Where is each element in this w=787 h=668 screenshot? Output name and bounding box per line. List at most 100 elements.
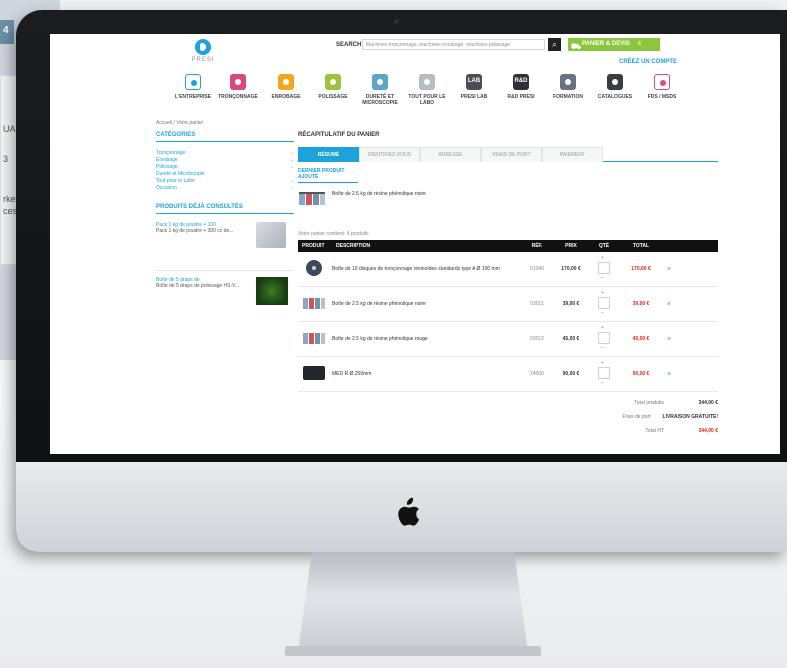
resin-jars-image: [299, 192, 325, 205]
training-icon: [560, 74, 576, 90]
promo-product[interactable]: Boîte de 5 draps de Boîte de 5 draps de …: [156, 270, 294, 310]
nav-item-fds-msds[interactable]: FDS / MSDS: [637, 74, 687, 100]
row-unit-price: 45,00 €: [562, 336, 580, 342]
breadcrumb: Accueil / Votre panier: [156, 120, 203, 126]
row-description[interactable]: Boîte de 10 disques de tronçonnage résin…: [332, 266, 520, 272]
nav-item-durete[interactable]: DURETÉ ET MICROSCOPIE: [355, 74, 405, 106]
quantity-stepper[interactable]: [598, 255, 610, 281]
row-unit-price: 39,00 €: [562, 301, 580, 307]
row-description[interactable]: Boîte de 2.5 kg de résine phénolique noi…: [332, 301, 520, 307]
category-durete[interactable]: Dureté et Microscopie: [156, 171, 294, 178]
last-added-title: DERNIER PRODUIT AJOUTÉ: [298, 168, 358, 183]
breadcrumb-home[interactable]: Accueil: [156, 120, 172, 126]
chevron-icon: ⌄: [289, 157, 294, 163]
nav-item-polissage[interactable]: POLISSAGE: [308, 74, 358, 100]
category-labo[interactable]: Tout pour le Labo ⌄: [156, 178, 294, 185]
background-tab: 4: [0, 20, 14, 44]
nav-item-presi-lab[interactable]: LAB PRESI LAB: [449, 74, 499, 100]
col-qty: QTÉ: [598, 243, 610, 249]
cart-totals: Total produits 344,00 € Frais de port LI…: [298, 392, 718, 452]
row-total: 45,00 €: [632, 336, 650, 342]
category-enrobage[interactable]: Enrobage ⌄: [156, 157, 294, 164]
row-unit-price: 90,00 €: [562, 371, 580, 377]
nav-item-labo[interactable]: TOUT POUR LE LABO: [402, 74, 452, 106]
tab-paiement[interactable]: PAIEMENT: [542, 147, 603, 162]
row-ref: 03011: [530, 301, 544, 307]
table-row: MED R Ø 250mm 24000 90,00 € 90,00 € ×: [298, 357, 718, 392]
table-row: Boîte de 10 disques de tronçonnage résin…: [298, 252, 718, 287]
cart-table-header: PRODUIT DESCRIPTION RÉF. PRIX UNITAIRE Q…: [298, 240, 718, 261]
nav-item-enrobage[interactable]: ENROBAGE: [261, 74, 311, 100]
shipping-fees: Frais de port LIVRAISON GRATUITE!: [622, 414, 718, 420]
quantity-stepper[interactable]: [598, 325, 610, 351]
viewed-product[interactable]: Pack 1 kg de poudre + 100 Pack 1 kg de p…: [156, 222, 294, 262]
promo-product-desc: Boîte de 5 draps de polissage HS-V...: [156, 283, 240, 289]
create-account-link[interactable]: CRÉEZ UN COMPTE: [619, 59, 677, 65]
msds-icon: [654, 74, 670, 90]
tab-identifiez-vous[interactable]: IDENTIFIEZ-VOUS: [359, 147, 420, 162]
basket-icon: ⛟: [571, 42, 582, 51]
cart-summary: RÉCAPITULATIF DU PANIER RÉSUMÉ IDENTIFIE…: [298, 132, 718, 452]
monitor-stand: [298, 552, 528, 652]
presi-logo[interactable]: PRESI: [190, 39, 216, 65]
row-description[interactable]: Boîte de 2.5 kg de résine phénolique rou…: [332, 336, 520, 342]
delete-icon[interactable]: ×: [662, 371, 676, 378]
apple-logo-icon: [398, 497, 419, 526]
camera: [394, 19, 399, 24]
quantity-stepper[interactable]: [598, 360, 610, 386]
col-unit-price: PRIX UNITAIRE: [559, 243, 583, 261]
breadcrumb-separator: /: [173, 120, 175, 126]
cart-badge: 4: [637, 41, 641, 47]
cutting-disc-image[interactable]: [302, 258, 326, 278]
nav-item-catalogues[interactable]: CATALOGUES: [590, 74, 640, 100]
rd-badge-icon: R&D: [513, 74, 529, 90]
sidebar: CATÉGORIES Tronçonnage ⌄ Enrobage ⌄ Poliss…: [156, 132, 294, 310]
tab-resume[interactable]: RÉSUMÉ: [298, 147, 359, 162]
categories-title: CATÉGORIES: [156, 132, 294, 142]
lab-icon: [419, 74, 435, 90]
tab-frais-de-port[interactable]: FRAIS DE PORT: [481, 147, 542, 162]
total-ht: Total HT 344,00 €: [645, 428, 718, 434]
category-polissage[interactable]: Polissage ⌄: [156, 164, 294, 171]
row-ref: 03012: [530, 336, 544, 342]
quantity-stepper[interactable]: [598, 290, 610, 316]
promo-product-image[interactable]: [256, 277, 288, 305]
monitor-base: [285, 646, 541, 656]
row-unit-price: 170,00 €: [561, 266, 581, 272]
polishing-pad-image[interactable]: [302, 363, 326, 383]
delete-icon[interactable]: ×: [662, 336, 676, 343]
last-added-product: Boîte de 2.5 kg de résine phénolique noi…: [298, 187, 718, 215]
resin-jars-image[interactable]: [302, 293, 326, 313]
cart-count: Votre panier contient: 4 produits: [298, 231, 369, 237]
nav-item-entreprise[interactable]: L'ENTREPRISE: [168, 74, 218, 100]
breadcrumb-current: Votre panier: [176, 120, 204, 126]
row-total: 170,00 €: [631, 266, 651, 272]
search-button[interactable]: ⌕: [548, 38, 561, 51]
tab-adresse[interactable]: ADRESSE: [420, 147, 481, 162]
search-input[interactable]: Machines tronçonnage, machines enrobage,…: [362, 39, 545, 50]
category-tronconnage[interactable]: Tronçonnage ⌄: [156, 150, 294, 157]
nav-item-formation[interactable]: FORMATION: [543, 74, 593, 100]
delete-icon[interactable]: ×: [662, 266, 676, 273]
resin-jars-image[interactable]: [302, 328, 326, 348]
viewed-product-image[interactable]: [256, 222, 286, 248]
delete-icon[interactable]: ×: [662, 301, 676, 308]
total-products: Total produits 344,00 €: [634, 400, 718, 406]
cart-button[interactable]: ⛟ PANIER & DEVIS 4: [568, 38, 660, 51]
col-product: PRODUIT: [302, 243, 325, 249]
col-total: TOTAL: [632, 243, 650, 249]
checkout-steps: RÉSUMÉ IDENTIFIEZ-VOUS ADRESSE FRAIS DE …: [298, 147, 718, 162]
hardness-icon: [372, 74, 388, 90]
lab-badge-icon: LAB: [466, 74, 482, 90]
row-total: 90,00 €: [632, 371, 650, 377]
last-added-name: Boîte de 2.5 kg de résine phénolique noi…: [332, 191, 426, 197]
category-occasion[interactable]: Occasion ⌄: [156, 185, 294, 192]
nav-item-tronconnage[interactable]: TRONÇONNAGE: [213, 74, 263, 100]
header: PRESI SEARCH Machines tronçonnage, machi…: [50, 34, 780, 68]
row-total: 39,00 €: [632, 301, 650, 307]
row-description[interactable]: MED R Ø 250mm: [332, 371, 520, 377]
polishing-icon: [325, 74, 341, 90]
table-row: Boîte de 2.5 kg de résine phénolique noi…: [298, 287, 718, 322]
row-ref: 24000: [530, 371, 544, 377]
nav-item-rd-presi[interactable]: R&D R&D PRESI: [496, 74, 546, 100]
